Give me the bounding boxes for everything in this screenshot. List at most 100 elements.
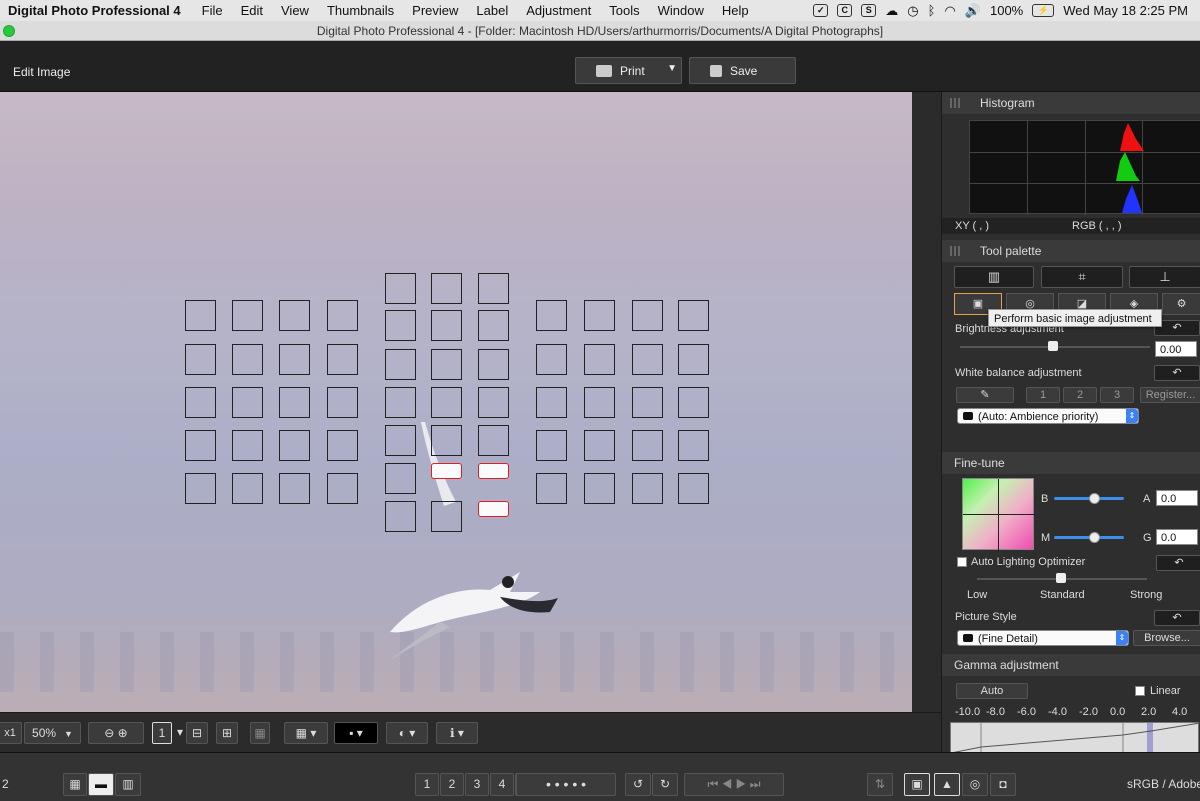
chevron-down-icon[interactable]: ▼: [667, 63, 677, 74]
fine-tune-m-label: M: [1041, 532, 1051, 544]
levels-panel-button[interactable]: ▲: [934, 773, 960, 796]
wb-preset-2-button[interactable]: 2: [1063, 387, 1097, 403]
info-button[interactable]: ℹ ▾: [436, 722, 478, 744]
mg-value[interactable]: 0.0: [1156, 529, 1198, 545]
menu-edit[interactable]: Edit: [232, 3, 272, 18]
menu-tools[interactable]: Tools: [600, 3, 648, 18]
grid-view-button[interactable]: ▦: [63, 773, 87, 796]
menu-thumbnails[interactable]: Thumbnails: [318, 3, 403, 18]
eyedropper-button[interactable]: ✎: [956, 387, 1014, 403]
wb-register-button[interactable]: Register...: [1140, 387, 1200, 403]
picture-style-label: Picture Style: [955, 611, 1017, 623]
wb-preset-1-button[interactable]: 1: [1026, 387, 1060, 403]
brightness-slider-thumb[interactable]: [1048, 341, 1058, 351]
af-point: [232, 300, 263, 331]
volume-icon[interactable]: 🔊: [965, 3, 981, 19]
battery-icon[interactable]: ⚡: [1032, 4, 1055, 17]
picture-style-select-value: (Fine Detail): [978, 633, 1038, 645]
af-point: [478, 273, 509, 304]
crop-tool-button[interactable]: ⌗: [1041, 266, 1123, 288]
app-menu[interactable]: Digital Photo Professional 4: [0, 3, 193, 18]
camera-icon: [963, 412, 973, 420]
white-balance-select[interactable]: (Auto: Ambience priority) ⇕: [957, 408, 1139, 424]
menu-file[interactable]: File: [193, 3, 232, 18]
s-icon[interactable]: S: [861, 4, 877, 17]
bluetooth-icon[interactable]: ᛒ: [928, 3, 936, 18]
wb-preset-3-button[interactable]: 3: [1100, 387, 1134, 403]
image-viewer[interactable]: [0, 92, 912, 712]
brightness-value[interactable]: 0.00: [1155, 341, 1197, 357]
menu-preview[interactable]: Preview: [403, 3, 467, 18]
rotate-left-button[interactable]: ↺: [625, 773, 651, 796]
c-icon[interactable]: C: [837, 4, 853, 17]
tool-palette-title: Tool palette: [980, 244, 1042, 258]
picture-style-select[interactable]: (Fine Detail) ⇕: [957, 630, 1129, 646]
window-zoom-button[interactable]: [3, 25, 15, 37]
white-balance-reset-button[interactable]: ↶: [1154, 365, 1200, 381]
browse-button[interactable]: Browse...: [1133, 630, 1200, 646]
menu-view[interactable]: View: [272, 3, 318, 18]
cloud-icon[interactable]: ☁: [885, 3, 898, 19]
wifi-icon[interactable]: ◠: [944, 3, 955, 19]
af-point: [385, 425, 416, 456]
af-point: [232, 473, 263, 504]
rating-1-button[interactable]: 1: [415, 773, 439, 796]
ba-slider-thumb[interactable]: [1089, 493, 1100, 504]
zoom-x1-button[interactable]: x1: [0, 722, 22, 744]
alo-checkbox[interactable]: [957, 557, 967, 567]
linear-checkbox[interactable]: [1135, 686, 1145, 696]
af-point: [584, 473, 615, 504]
print-button[interactable]: Print ▼: [575, 57, 682, 84]
navigation-buttons[interactable]: ⏮ ◀ ▶ ⏭: [684, 773, 784, 796]
af-point: [632, 430, 663, 461]
histogram-header[interactable]: Histogram: [942, 92, 1200, 114]
sync-button[interactable]: ⇅: [867, 773, 893, 796]
edit-view-button[interactable]: ▬: [88, 773, 114, 796]
alo-low-label: Low: [967, 589, 988, 601]
mg-slider-thumb[interactable]: [1089, 532, 1100, 543]
gamma-tick-label: -10.0: [955, 706, 981, 718]
histogram-panel-button[interactable]: ▣: [904, 773, 930, 796]
alo-label: Auto Lighting Optimizer: [971, 556, 1086, 568]
rating-4-button[interactable]: 4: [490, 773, 514, 796]
compare-h-button[interactable]: ⊟: [186, 722, 208, 744]
af-point: [478, 349, 509, 380]
star-rating[interactable]: • • • • •: [516, 773, 616, 796]
compare-v-button[interactable]: ⊞: [216, 722, 238, 744]
highlight-warning-button[interactable]: ◐ ▾: [386, 722, 428, 744]
stamp-tool-button[interactable]: ⊥: [1129, 266, 1200, 288]
picture-style-reset-button[interactable]: ↶: [1154, 610, 1200, 626]
af-points-button[interactable]: ▪ ▾: [334, 722, 378, 744]
navigator-panel-button[interactable]: ◎: [962, 773, 988, 796]
alo-reset-button[interactable]: ↶: [1156, 555, 1200, 571]
menu-window[interactable]: Window: [649, 3, 713, 18]
tool-palette-header[interactable]: Tool palette: [942, 240, 1200, 262]
grid-overlay-button[interactable]: ▦ ▾: [284, 722, 328, 744]
clock-text[interactable]: Wed May 18 2:25 PM: [1063, 3, 1188, 18]
check-icon[interactable]: ✓: [813, 4, 829, 17]
fine-tune-color-grid[interactable]: [962, 478, 1035, 551]
clock-icon[interactable]: ◷: [907, 3, 918, 19]
alo-slider-thumb[interactable]: [1056, 573, 1066, 583]
rgb-tool-button[interactable]: ▥: [954, 266, 1034, 288]
tab-settings[interactable]: ⚙: [1162, 293, 1200, 315]
chevron-down-icon[interactable]: ▾: [176, 722, 184, 744]
grip-icon[interactable]: [950, 246, 960, 256]
gamma-auto-button[interactable]: Auto: [956, 683, 1028, 699]
ba-value[interactable]: 0.0: [1156, 490, 1198, 506]
grip-icon[interactable]: [950, 98, 960, 108]
menu-label[interactable]: Label: [467, 3, 517, 18]
grid-toggle-button[interactable]: ▦: [250, 722, 270, 744]
menu-adjustment[interactable]: Adjustment: [517, 3, 600, 18]
zoom-select[interactable]: 50% ▼: [24, 722, 81, 744]
save-button[interactable]: Save: [689, 57, 796, 84]
af-point: [584, 387, 615, 418]
zoom-out-in-buttons[interactable]: ⊖ ⊕: [88, 722, 144, 744]
filmstrip-view-button[interactable]: ▥: [115, 773, 141, 796]
rotate-right-button[interactable]: ↻: [652, 773, 678, 796]
rating-2-button[interactable]: 2: [440, 773, 464, 796]
camera-panel-button[interactable]: ◘: [990, 773, 1016, 796]
single-view-button[interactable]: 1: [152, 722, 172, 744]
menu-help[interactable]: Help: [713, 3, 758, 18]
rating-3-button[interactable]: 3: [465, 773, 489, 796]
